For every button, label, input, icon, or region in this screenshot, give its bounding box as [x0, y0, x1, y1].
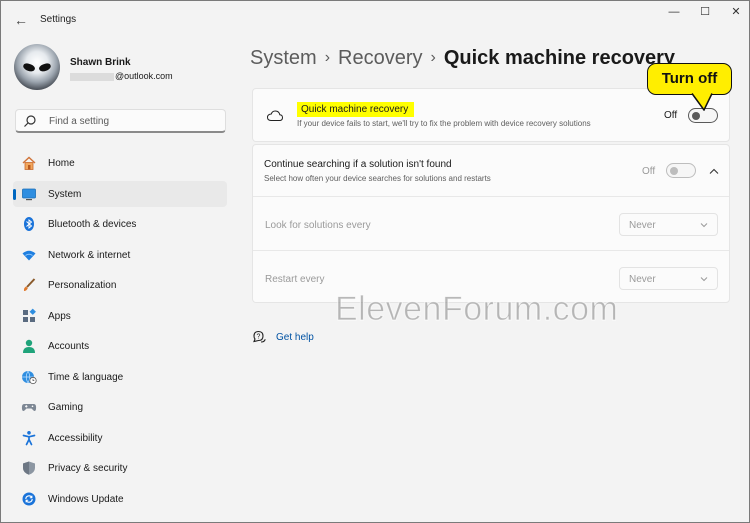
quick-machine-recovery-card: Quick machine recovery If your device fa… — [252, 88, 730, 142]
sidebar-item-windows-update[interactable]: Windows Update — [13, 486, 227, 512]
sidebar-item-bluetooth-devices[interactable]: Bluetooth & devices — [13, 211, 227, 237]
chevron-down-icon — [700, 223, 708, 228]
avatar[interactable] — [14, 44, 60, 90]
back-button[interactable]: ← — [11, 11, 31, 29]
maximize-button[interactable]: ☐ — [690, 4, 720, 20]
continue-searching-toggle[interactable] — [666, 163, 696, 178]
home-icon — [22, 156, 36, 170]
look-for-solutions-dropdown[interactable]: Never — [619, 213, 718, 236]
bluetooth-icon — [24, 217, 34, 231]
continue-searching-title: Continue searching if a solution isn't f… — [264, 159, 452, 170]
qmr-toggle-state: Off — [664, 110, 678, 121]
qmr-description: If your device fails to start, we'll try… — [297, 119, 591, 128]
sidebar-item-home[interactable]: Home — [13, 150, 227, 176]
callout-pointer — [691, 93, 713, 111]
globe-clock-icon — [22, 370, 37, 384]
minimize-button[interactable]: — — [659, 4, 689, 20]
settings-window: ← Settings — ☐ ✕ Shawn Brink @outlook.co… — [0, 0, 750, 523]
sidebar-item-accessibility[interactable]: Accessibility — [13, 425, 227, 451]
sidebar-item-system[interactable]: System — [13, 180, 227, 207]
sidebar-item-apps[interactable]: Apps — [13, 303, 227, 329]
breadcrumb-separator: › — [324, 49, 331, 66]
breadcrumb: System › Recovery › Quick machine recovery — [250, 47, 675, 70]
continue-searching-toggle-state: Off — [642, 166, 656, 177]
help-chat-icon: ? — [253, 330, 266, 343]
sidebar-item-time-language[interactable]: Time & language — [13, 364, 227, 390]
search-icon — [24, 115, 36, 127]
look-for-solutions-row: Look for solutions every Never — [253, 197, 729, 250]
breadcrumb-recovery[interactable]: Recovery — [338, 47, 422, 69]
update-icon — [22, 492, 36, 505]
title-bar: ← Settings — ☐ ✕ — [1, 1, 749, 39]
continue-searching-row[interactable]: Continue searching if a solution isn't f… — [253, 145, 729, 196]
accessibility-icon — [22, 430, 36, 445]
shield-icon — [23, 461, 35, 475]
selection-indicator — [13, 188, 16, 200]
apps-icon — [23, 308, 36, 322]
sidebar-item-gaming[interactable]: Gaming — [13, 394, 227, 420]
chevron-down-icon — [700, 277, 708, 282]
breadcrumb-system[interactable]: System — [250, 47, 317, 69]
person-icon — [23, 339, 35, 353]
search-placeholder: Find a setting — [49, 116, 110, 127]
cloud-icon — [266, 110, 284, 121]
sidebar-item-network-internet[interactable]: Network & internet — [13, 242, 227, 268]
continue-searching-description: Select how often your device searches fo… — [264, 174, 491, 183]
search-input[interactable]: Find a setting — [15, 109, 226, 133]
svg-text:?: ? — [257, 334, 261, 341]
restart-every-label: Restart every — [265, 274, 325, 285]
close-button[interactable]: ✕ — [721, 4, 749, 20]
wifi-icon — [22, 250, 36, 260]
turn-off-callout: Turn off — [647, 63, 732, 95]
chevron-up-icon[interactable] — [708, 167, 720, 175]
look-for-solutions-label: Look for solutions every — [265, 220, 371, 231]
breadcrumb-separator: › — [430, 49, 436, 66]
system-monitor-icon — [22, 188, 36, 200]
watermark: ElevenForum.com — [334, 290, 619, 329]
app-title: Settings — [40, 14, 77, 25]
user-email: @outlook.com — [70, 71, 173, 81]
restart-every-dropdown[interactable]: Never — [619, 267, 718, 290]
qmr-title: Quick machine recovery — [297, 102, 415, 117]
sidebar-item-privacy-security[interactable]: Privacy & security — [13, 455, 227, 481]
sidebar-item-accounts[interactable]: Accounts — [13, 333, 227, 359]
brush-icon — [23, 278, 36, 291]
sidebar-item-personalization[interactable]: Personalization — [13, 272, 227, 298]
sidebar-nav: Home System Bluetooth & devices Network … — [13, 150, 227, 516]
page-title: Quick machine recovery — [443, 47, 676, 69]
continue-searching-card: Continue searching if a solution isn't f… — [252, 144, 730, 303]
gamepad-icon — [21, 404, 37, 411]
user-name: Shawn Brink — [70, 57, 131, 68]
